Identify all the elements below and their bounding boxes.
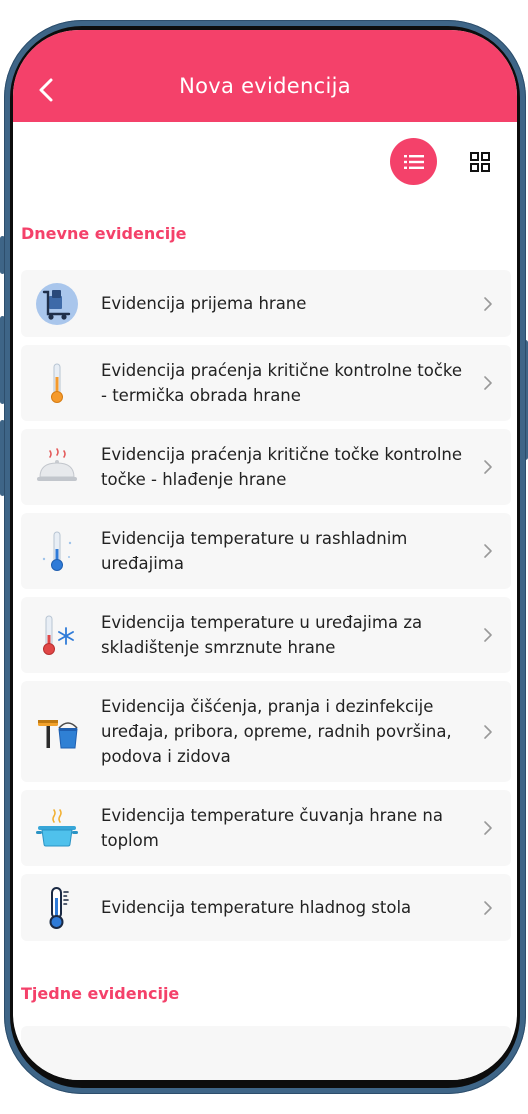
list-item-hot-holding-temperature[interactable]: Evidencija temperature čuvanja hrane na …: [21, 790, 511, 866]
list-item-label: Evidencija temperature u uređajima za sk…: [101, 613, 423, 657]
list-item-food-receipt[interactable]: Evidencija prijema hrane: [21, 270, 511, 337]
chevron-right-icon: [484, 376, 492, 390]
list-item-label: Evidencija praćenja kritične kontrolne t…: [101, 361, 463, 405]
list-view-button[interactable]: [390, 138, 437, 185]
thermometer-hot-icon: [51, 363, 63, 403]
list-item-cold-table-temperature[interactable]: Evidencija temperature hladnog stola: [21, 874, 511, 941]
grid-view-button[interactable]: [464, 146, 496, 178]
app-screen: Nova evidencija Dnevne evidencije Eviden…: [13, 30, 517, 1080]
thermometer-scale-icon: [49, 886, 69, 929]
list-item-label: Evidencija temperature hladnog stola: [101, 898, 412, 917]
list-item-weekly-partial[interactable]: [21, 1026, 511, 1080]
list-item-cleaning-disinfection[interactable]: Evidencija čišćenja, pranja i dezinfekci…: [21, 681, 511, 782]
chevron-right-icon: [484, 821, 492, 835]
phone-frame: Nova evidencija Dnevne evidencije Eviden…: [4, 20, 526, 1094]
chevron-right-icon: [484, 544, 492, 558]
delivery-cart-icon: [36, 282, 78, 325]
list-icon: [403, 154, 424, 169]
chevron-right-icon: [484, 628, 492, 642]
daily-records-list: Evidencija prijema hrane Evidencija prać…: [21, 270, 511, 949]
list-item-label: Evidencija praćenja kritične točke kontr…: [101, 445, 463, 489]
hot-pot-icon: [36, 809, 78, 847]
list-item-thermal-processing[interactable]: Evidencija praćenja kritične kontrolne t…: [21, 345, 511, 421]
chevron-right-icon: [484, 460, 492, 474]
cleaning-bucket-icon: [38, 719, 78, 748]
food-cloche-icon: [37, 448, 77, 481]
chevron-right-icon: [484, 724, 492, 739]
chevron-right-icon: [484, 296, 492, 311]
list-item-refrigeration-temperature[interactable]: Evidencija temperature u rashladnim uređ…: [21, 513, 511, 589]
list-item-frozen-storage-temperature[interactable]: Evidencija temperature u uređajima za sk…: [21, 597, 511, 673]
page-title: Nova evidencija: [179, 74, 351, 98]
list-item-label: Evidencija temperature u rashladnim uređ…: [101, 529, 408, 573]
grid-icon: [470, 152, 490, 172]
list-item-label: Evidencija čišćenja, pranja i dezinfekci…: [101, 697, 452, 766]
section-title-weekly: Tjedne evidencije: [21, 984, 180, 1003]
thermometer-cold-icon: [42, 531, 72, 571]
section-title-daily: Dnevne evidencije: [21, 224, 187, 243]
chevron-right-icon: [484, 900, 492, 915]
list-item-label: Evidencija prijema hrane: [101, 294, 307, 313]
phone-bezel: Nova evidencija Dnevne evidencije Eviden…: [10, 26, 520, 1088]
app-header: Nova evidencija: [13, 30, 517, 122]
list-item-food-cooling[interactable]: Evidencija praćenja kritične točke kontr…: [21, 429, 511, 505]
list-item-label: Evidencija temperature čuvanja hrane na …: [101, 806, 443, 850]
thermometer-snowflake-icon: [43, 615, 74, 655]
